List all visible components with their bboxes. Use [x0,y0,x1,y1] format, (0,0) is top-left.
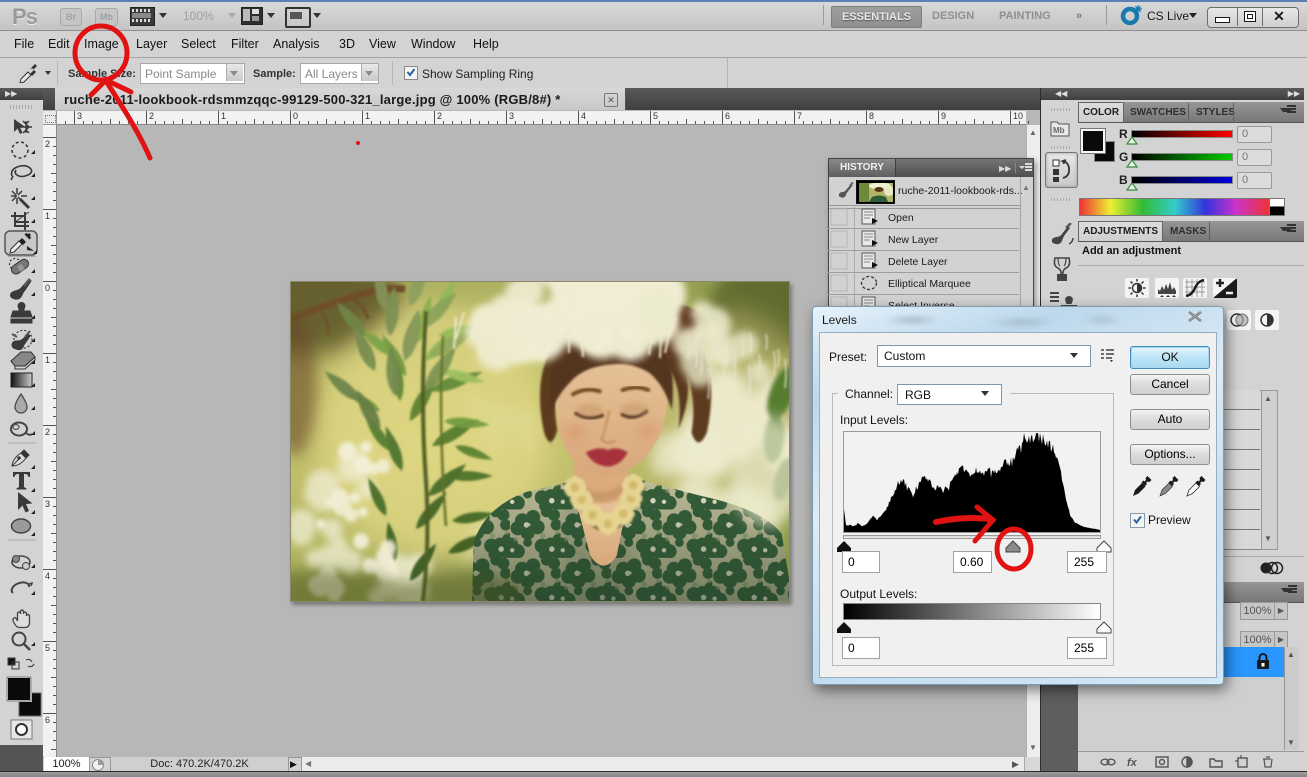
svg-text:4: 4 [45,571,50,581]
svg-text:fx: fx [1127,757,1138,769]
svg-text:7: 7 [797,111,802,121]
svg-text:3: 3 [509,111,514,121]
svg-text:10: 10 [1013,111,1023,121]
svg-text:1: 1 [365,111,370,121]
svg-text:5: 5 [45,643,50,653]
svg-text:New Layer: New Layer [888,234,939,246]
svg-text:Mb: Mb [1053,126,1065,135]
svg-text:3: 3 [45,499,50,509]
svg-text:Elliptical Marquee: Elliptical Marquee [888,278,971,290]
svg-text:Open: Open [888,212,914,224]
svg-text:1: 1 [221,111,226,121]
svg-text:6: 6 [725,111,730,121]
svg-text:5: 5 [653,111,658,121]
svg-text:3: 3 [77,111,82,121]
svg-text:1: 1 [45,355,50,365]
svg-text:0: 0 [293,111,298,121]
svg-text:2: 2 [437,111,442,121]
svg-text:Delete Layer: Delete Layer [888,256,948,268]
svg-text:4: 4 [581,111,586,121]
svg-text:8: 8 [869,111,874,121]
svg-text:0: 0 [45,283,50,293]
svg-text:2: 2 [45,139,50,149]
svg-text:2: 2 [45,427,50,437]
svg-text:6: 6 [45,715,50,725]
svg-text:9: 9 [941,111,946,121]
svg-text:2: 2 [149,111,154,121]
svg-text:1: 1 [45,211,50,221]
